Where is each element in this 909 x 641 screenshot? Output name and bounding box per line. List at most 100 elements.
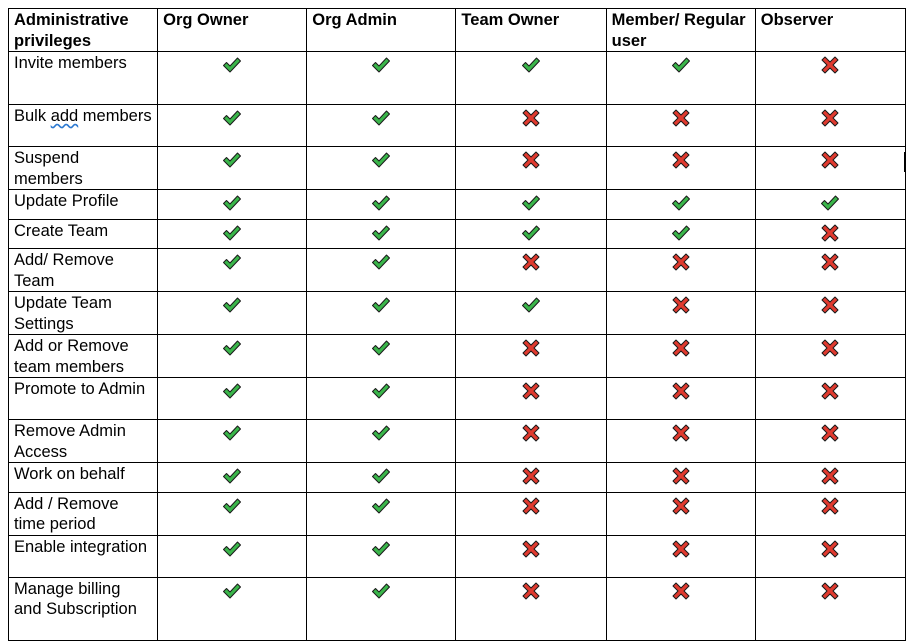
check-icon	[371, 108, 391, 128]
table-row: Promote to Admin	[7, 377, 907, 420]
permission-cell-team-owner	[455, 419, 607, 463]
table-row: Add/ Remove Team	[7, 248, 907, 292]
check-icon	[371, 581, 391, 601]
check-icon	[521, 295, 541, 315]
permission-cell-member	[605, 218, 756, 249]
permission-cell-org-owner	[157, 576, 308, 641]
permission-cell-team-owner	[455, 462, 607, 493]
header-row: Administrative privileges Org Owner Org …	[7, 8, 907, 52]
header-member-regular-user: Member/ Regular user	[605, 8, 756, 52]
cross-icon	[671, 423, 691, 443]
cross-icon	[521, 581, 541, 601]
permission-cell-org-admin	[306, 104, 457, 147]
check-icon	[371, 539, 391, 559]
permission-cell-observer	[754, 146, 907, 190]
check-icon	[222, 150, 242, 170]
permission-cell-member	[605, 462, 756, 493]
permission-cell-org-admin	[306, 189, 457, 220]
privilege-name: Add or Remove team members	[7, 334, 159, 378]
permission-cell-observer	[754, 576, 907, 641]
permission-cell-org-admin	[306, 534, 457, 578]
permission-cell-team-owner	[455, 218, 607, 249]
header-observer: Observer	[754, 8, 907, 52]
cross-icon	[521, 108, 541, 128]
cross-icon	[820, 381, 840, 401]
cross-icon	[521, 150, 541, 170]
check-icon	[222, 252, 242, 272]
permission-cell-org-admin	[306, 377, 457, 420]
permission-cell-org-owner	[157, 248, 308, 292]
permission-cell-org-owner	[157, 419, 308, 463]
cross-icon	[521, 539, 541, 559]
permission-cell-team-owner	[455, 377, 607, 420]
permission-cell-org-admin	[306, 51, 457, 105]
table-row: Work on behalf	[7, 462, 907, 493]
check-icon	[371, 55, 391, 75]
cross-icon	[671, 581, 691, 601]
permission-cell-org-owner	[157, 51, 308, 105]
permission-cell-team-owner	[455, 534, 607, 578]
header-team-owner: Team Owner	[455, 8, 607, 52]
permission-cell-observer	[754, 218, 907, 249]
table-row: Create Team	[7, 218, 907, 249]
permission-cell-team-owner	[455, 334, 607, 378]
cross-icon	[820, 150, 840, 170]
privilege-name: Bulk add members	[7, 104, 159, 147]
check-icon	[671, 193, 691, 213]
cross-icon	[521, 381, 541, 401]
check-icon	[222, 423, 242, 443]
check-icon	[222, 193, 242, 213]
table-body: Invite members Bulk add members Suspend me…	[7, 51, 907, 641]
cross-icon	[671, 466, 691, 486]
cross-icon	[820, 108, 840, 128]
permission-cell-observer	[754, 462, 907, 493]
permission-cell-org-admin	[306, 334, 457, 378]
cross-icon	[820, 223, 840, 243]
check-icon	[671, 223, 691, 243]
privilege-name: Invite members	[7, 51, 159, 105]
permission-cell-team-owner	[455, 491, 607, 536]
permission-cell-org-admin	[306, 462, 457, 493]
permission-cell-org-admin	[306, 218, 457, 249]
check-icon	[371, 150, 391, 170]
permission-cell-member	[605, 534, 756, 578]
cross-icon	[671, 150, 691, 170]
permission-cell-observer	[754, 189, 907, 220]
permission-cell-member	[605, 146, 756, 190]
permission-cell-org-owner	[157, 146, 308, 190]
table-row: Add / Remove time period	[7, 491, 907, 536]
header-org-admin: Org Admin	[306, 8, 457, 52]
privilege-name: Add / Remove time period	[7, 491, 159, 536]
check-icon	[222, 338, 242, 358]
check-icon	[671, 55, 691, 75]
permission-cell-member	[605, 248, 756, 292]
check-icon	[222, 223, 242, 243]
permission-cell-observer	[754, 334, 907, 378]
permission-cell-org-admin	[306, 576, 457, 641]
permission-cell-member	[605, 189, 756, 220]
table-row: Remove Admin Access	[7, 419, 907, 463]
table-row: Update Team Settings	[7, 291, 907, 335]
check-icon	[371, 223, 391, 243]
text-cursor	[904, 152, 905, 172]
permission-cell-org-owner	[157, 377, 308, 420]
permission-cell-org-owner	[157, 334, 308, 378]
privilege-name: Remove Admin Access	[7, 419, 159, 463]
table-row: Invite members	[7, 51, 907, 105]
check-icon	[222, 581, 242, 601]
permission-cell-team-owner	[455, 576, 607, 641]
cross-icon	[820, 423, 840, 443]
permission-cell-observer	[754, 419, 907, 463]
permission-cell-team-owner	[455, 146, 607, 190]
cross-icon	[521, 338, 541, 358]
check-icon	[222, 466, 242, 486]
check-icon	[521, 223, 541, 243]
check-icon	[371, 338, 391, 358]
header-privileges: Administrative privileges	[7, 8, 159, 52]
table-row: Suspend members	[7, 146, 907, 190]
cross-icon	[671, 108, 691, 128]
privilege-name: Promote to Admin	[7, 377, 159, 420]
check-icon	[222, 55, 242, 75]
cross-icon	[671, 252, 691, 272]
check-icon	[371, 381, 391, 401]
